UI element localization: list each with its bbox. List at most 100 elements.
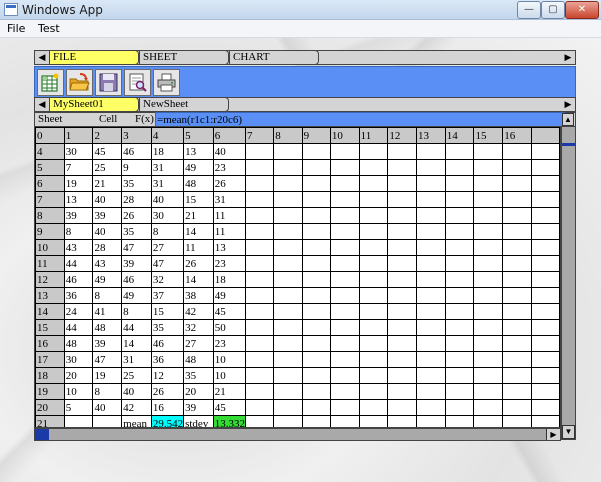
- grid-cell[interactable]: [273, 191, 303, 208]
- grid-cell[interactable]: 15: [150, 303, 185, 320]
- grid-cell[interactable]: 30: [150, 207, 185, 224]
- grid-cell[interactable]: 14: [121, 335, 152, 352]
- grid-cell[interactable]: [244, 239, 275, 256]
- grid-cell[interactable]: 46: [121, 271, 152, 288]
- grid-cell[interactable]: [244, 159, 275, 176]
- grid-cell[interactable]: 44: [121, 319, 152, 336]
- grid-cell[interactable]: [416, 335, 446, 352]
- grid-cell[interactable]: 35: [183, 367, 214, 384]
- grid-cell[interactable]: [416, 367, 446, 384]
- print-preview-button[interactable]: [124, 69, 151, 96]
- grid-cell[interactable]: [301, 223, 331, 240]
- grid-cell[interactable]: 35: [121, 223, 152, 240]
- grid-cell[interactable]: [530, 351, 560, 368]
- grid-cell[interactable]: 23: [212, 159, 246, 176]
- horizontal-scroll-thumb[interactable]: [35, 429, 49, 440]
- grid-cell[interactable]: [273, 303, 303, 320]
- grid-cell[interactable]: 48: [183, 351, 214, 368]
- grid-cell[interactable]: [244, 303, 275, 320]
- grid-cell[interactable]: 39: [92, 335, 123, 352]
- grid-cell[interactable]: 42: [183, 303, 214, 320]
- grid-cell[interactable]: 20: [63, 367, 94, 384]
- row-header[interactable]: 7: [35, 191, 65, 208]
- grid-cell[interactable]: [358, 383, 389, 400]
- column-header[interactable]: 13: [416, 127, 446, 144]
- grid-cell[interactable]: 39: [63, 207, 94, 224]
- grid-cell[interactable]: [530, 335, 560, 352]
- grid-cell[interactable]: [530, 383, 560, 400]
- grid-cell[interactable]: [387, 287, 418, 304]
- main-tabs-left-arrow-icon[interactable]: ◀: [35, 51, 49, 64]
- grid-cell[interactable]: [416, 415, 446, 427]
- row-header[interactable]: 16: [35, 335, 65, 352]
- grid-cell[interactable]: 48: [92, 319, 123, 336]
- grid-cell[interactable]: [502, 207, 532, 224]
- grid-cell[interactable]: [502, 367, 532, 384]
- grid-cell[interactable]: [473, 143, 504, 160]
- grid-cell[interactable]: [301, 239, 331, 256]
- grid-cell[interactable]: [387, 207, 418, 224]
- maximize-button[interactable]: ▢: [541, 1, 565, 19]
- grid-cell[interactable]: [387, 399, 418, 416]
- column-header[interactable]: 0: [35, 127, 65, 144]
- column-header[interactable]: 3: [121, 127, 152, 144]
- row-header[interactable]: 15: [35, 319, 65, 336]
- sheet-tabs-right-arrow-icon[interactable]: ▶: [561, 98, 575, 111]
- grid-cell[interactable]: 35: [121, 175, 152, 192]
- grid-cell[interactable]: 39: [92, 207, 123, 224]
- grid-cell[interactable]: [387, 255, 418, 272]
- grid-cell[interactable]: 38: [183, 287, 214, 304]
- grid-cell[interactable]: [358, 159, 389, 176]
- grid-cell[interactable]: 49: [183, 159, 214, 176]
- grid-cell[interactable]: 44: [63, 319, 94, 336]
- grid-cell[interactable]: [329, 239, 360, 256]
- grid-cell[interactable]: [273, 239, 303, 256]
- grid-cell[interactable]: 39: [121, 255, 152, 272]
- grid-cell[interactable]: 25: [121, 367, 152, 384]
- grid-cell[interactable]: [444, 415, 475, 427]
- grid-cell[interactable]: [329, 319, 360, 336]
- grid-cell[interactable]: [358, 207, 389, 224]
- grid-cell[interactable]: 26: [212, 175, 246, 192]
- grid-cell[interactable]: [301, 175, 331, 192]
- grid-cell[interactable]: 10: [63, 383, 94, 400]
- grid-cell[interactable]: [473, 207, 504, 224]
- grid-cell[interactable]: 25: [92, 159, 123, 176]
- grid-cell[interactable]: [387, 367, 418, 384]
- row-header[interactable]: 12: [35, 271, 65, 288]
- grid-cell[interactable]: [301, 207, 331, 224]
- grid-cell[interactable]: 8: [150, 223, 185, 240]
- column-header[interactable]: 6: [212, 127, 246, 144]
- grid-cell[interactable]: [244, 399, 275, 416]
- grid-cell[interactable]: [416, 287, 446, 304]
- grid-cell[interactable]: [530, 415, 560, 427]
- grid-cell[interactable]: [301, 143, 331, 160]
- grid-cell[interactable]: [502, 319, 532, 336]
- tab-sheet[interactable]: SHEET: [139, 50, 229, 65]
- grid-cell[interactable]: [244, 191, 275, 208]
- grid-cell[interactable]: 39: [183, 399, 214, 416]
- grid-cell[interactable]: 15: [183, 191, 214, 208]
- row-header[interactable]: 8: [35, 207, 65, 224]
- grid-cell[interactable]: 42: [121, 399, 152, 416]
- grid-cell[interactable]: [273, 287, 303, 304]
- grid-cell[interactable]: 31: [121, 351, 152, 368]
- grid-cell[interactable]: [244, 335, 275, 352]
- grid-cell[interactable]: 23: [212, 335, 246, 352]
- grid-cell[interactable]: [244, 143, 275, 160]
- grid-cell[interactable]: 20: [183, 383, 214, 400]
- grid-cell[interactable]: [301, 271, 331, 288]
- open-folder-button[interactable]: [66, 69, 93, 96]
- column-header[interactable]: [530, 127, 560, 144]
- grid-cell[interactable]: 8: [63, 223, 94, 240]
- grid-cell[interactable]: [502, 399, 532, 416]
- grid-cell[interactable]: 31: [150, 159, 185, 176]
- grid-cell[interactable]: [358, 319, 389, 336]
- vertical-scroll-thumb[interactable]: [562, 143, 575, 146]
- grid-cell[interactable]: [273, 415, 303, 427]
- horizontal-scrollbar[interactable]: ▶: [34, 428, 561, 441]
- grid-cell[interactable]: 49: [212, 287, 246, 304]
- grid-cell[interactable]: 12: [150, 367, 185, 384]
- grid-cell[interactable]: [473, 223, 504, 240]
- grid-cell[interactable]: [473, 383, 504, 400]
